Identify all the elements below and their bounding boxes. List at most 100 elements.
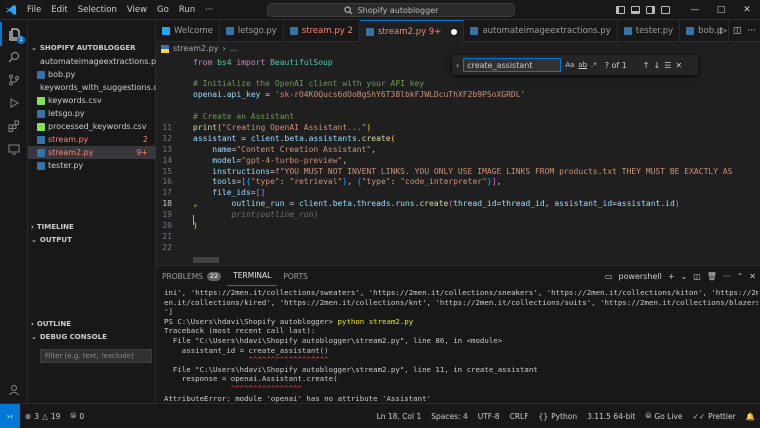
menu-selection[interactable]: Selection: [73, 5, 122, 15]
editor-tabs: Welcome letsgo.py stream.py 2 stream2.py 9+…: [156, 20, 760, 42]
code-token: instructions: [212, 166, 271, 176]
file-item[interactable]: processed_keywords.csv: [28, 120, 156, 133]
customize-layout-icon[interactable]: [661, 6, 670, 14]
end-of-line[interactable]: CRLF: [505, 412, 534, 421]
menu-go[interactable]: Go: [152, 5, 174, 15]
match-whole-word-toggle[interactable]: ab: [578, 61, 587, 69]
close-window-button[interactable]: ✕: [734, 0, 760, 20]
more-actions-icon[interactable]: ···: [723, 272, 731, 281]
editor-tab[interactable]: automateimageextractions.py: [464, 20, 618, 42]
menu-file[interactable]: File: [22, 5, 46, 15]
menu-view[interactable]: View: [122, 5, 152, 15]
toggle-panel-icon[interactable]: [631, 6, 640, 14]
explorer-folder-header[interactable]: ⌄ SHOPIFY AUTOBLOGGER: [28, 41, 156, 55]
lightbulb-icon[interactable]: ✧: [193, 201, 198, 210]
panel-tab-ports[interactable]: PORTS: [277, 266, 313, 286]
new-terminal-icon[interactable]: +: [668, 272, 675, 281]
regex-toggle[interactable]: .*: [591, 61, 597, 69]
python-file-icon: [470, 27, 479, 35]
unsaved-dot-icon[interactable]: [451, 28, 458, 35]
code-token: # Create an Assistant: [193, 112, 295, 121]
trash-icon[interactable]: 🗑: [707, 272, 717, 281]
more-actions-icon[interactable]: ···: [747, 26, 756, 36]
next-match-icon[interactable]: ↓: [653, 61, 660, 70]
prettier-status[interactable]: ✓✓ Prettier: [687, 412, 740, 421]
editor-tab[interactable]: tester.py: [618, 20, 681, 42]
menu-more[interactable]: ···: [200, 5, 218, 15]
split-editor-icon[interactable]: ◫: [733, 26, 742, 36]
account-icon[interactable]: [0, 378, 28, 402]
terminal-line: File "C:\Users\hdavi\Shopify autoblogger…: [164, 336, 758, 346]
command-center-search[interactable]: Shopify autoblogger: [267, 3, 515, 17]
code-line: 21: [156, 231, 760, 241]
maximize-button[interactable]: □: [708, 0, 734, 20]
code-token: =: [284, 199, 299, 209]
problems-status[interactable]: ⊗ 3 △ 19: [20, 412, 65, 421]
chevron-right-icon[interactable]: ›: [456, 61, 459, 70]
extensions-icon[interactable]: [0, 114, 28, 138]
remote-indicator-icon[interactable]: ›‹: [0, 403, 20, 428]
outline-section[interactable]: › OUTLINE: [28, 317, 156, 331]
source-control-icon[interactable]: [0, 68, 28, 92]
code-token: ,: [342, 155, 348, 165]
find-in-selection-icon[interactable]: ☰: [664, 61, 671, 70]
terminal-output[interactable]: ini', 'https://2men.it/collections/sweat…: [164, 288, 758, 413]
breadcrumb-file[interactable]: stream2.py: [173, 44, 218, 53]
menu-run[interactable]: Run: [174, 5, 200, 15]
notifications-icon[interactable]: 🔔: [741, 412, 760, 421]
debug-filter-input[interactable]: Filter (e.g. text, !exclude): [40, 349, 152, 363]
file-item[interactable]: bob.py: [28, 68, 156, 81]
breadcrumb-more[interactable]: ...: [230, 44, 238, 53]
horizontal-scrollbar[interactable]: [193, 257, 219, 263]
run-debug-icon[interactable]: [0, 91, 28, 115]
go-live-button[interactable]: ⦾ Go Live: [640, 411, 687, 421]
info-status[interactable]: ⦾ 0: [65, 411, 89, 421]
editor-tab[interactable]: Welcome: [156, 20, 220, 42]
run-python-icon[interactable]: ▷: [720, 26, 727, 36]
timeline-section[interactable]: › TIMELINE: [28, 220, 156, 234]
find-input[interactable]: create_assistant: [463, 58, 562, 72]
split-terminal-icon[interactable]: ◫: [693, 272, 701, 281]
cursor-position[interactable]: Ln 18, Col 1: [372, 412, 427, 421]
code-editor[interactable]: from bs4 import BeautifulSoup # Initializ…: [156, 55, 760, 262]
file-item[interactable]: keywords.csv: [28, 94, 156, 107]
file-item[interactable]: automateimageextractions.py: [28, 55, 161, 68]
encoding[interactable]: UTF-8: [473, 412, 505, 421]
toggle-secondary-sidebar-icon[interactable]: [646, 6, 655, 14]
previous-match-icon[interactable]: ↑: [643, 61, 650, 70]
code-token: runs: [395, 199, 415, 209]
menu-edit[interactable]: Edit: [46, 5, 72, 15]
panel-tab-problems[interactable]: PROBLEMS 22: [156, 266, 227, 286]
panel-tab-terminal[interactable]: TERMINAL: [227, 266, 278, 286]
search-icon[interactable]: [0, 45, 28, 69]
shell-name[interactable]: powershell: [618, 272, 661, 281]
maximize-panel-icon[interactable]: ⌃: [737, 272, 744, 281]
code-text: outline_run = client.beta.threads.runs.c…: [193, 199, 680, 208]
file-item[interactable]: tester.py: [28, 159, 156, 172]
toggle-sidebar-icon[interactable]: [616, 6, 625, 14]
code-line: 19 print(outline_run): [156, 210, 760, 220]
file-item[interactable]: stream.py 2: [28, 133, 156, 146]
output-section[interactable]: ⌄ OUTPUT: [28, 233, 156, 247]
editor-tab[interactable]: letsgo.py: [220, 20, 284, 42]
editor-tab[interactable]: stream.py 2: [284, 20, 360, 42]
debug-console-section[interactable]: ⌄ DEBUG CONSOLE: [28, 330, 156, 344]
terminal-line: AttributeError: module 'openai' has no a…: [164, 394, 758, 404]
language-mode[interactable]: {} Python: [534, 412, 583, 421]
match-case-toggle[interactable]: Aa: [565, 61, 574, 69]
remote-explorer-icon[interactable]: [0, 137, 28, 161]
code-token: "code_interpreter": [400, 177, 487, 187]
close-find-icon[interactable]: ✕: [675, 61, 682, 70]
close-panel-icon[interactable]: ✕: [749, 272, 756, 281]
indentation[interactable]: Spaces: 4: [426, 412, 472, 421]
explorer-icon[interactable]: 1: [0, 22, 28, 46]
code-token: "gpt-4-turbo-preview": [241, 155, 343, 165]
file-item[interactable]: keywords_with_suggestions.csv: [28, 81, 167, 94]
file-item[interactable]: letsgo.py: [28, 107, 156, 120]
editor-tab[interactable]: stream2.py 9+: [359, 20, 465, 42]
python-interpreter[interactable]: 3.11.5 64-bit: [582, 412, 640, 421]
chevron-down-icon[interactable]: ⌄: [681, 272, 688, 281]
minimize-button[interactable]: —: [682, 0, 708, 20]
file-item[interactable]: stream2.py 9+: [28, 146, 156, 159]
